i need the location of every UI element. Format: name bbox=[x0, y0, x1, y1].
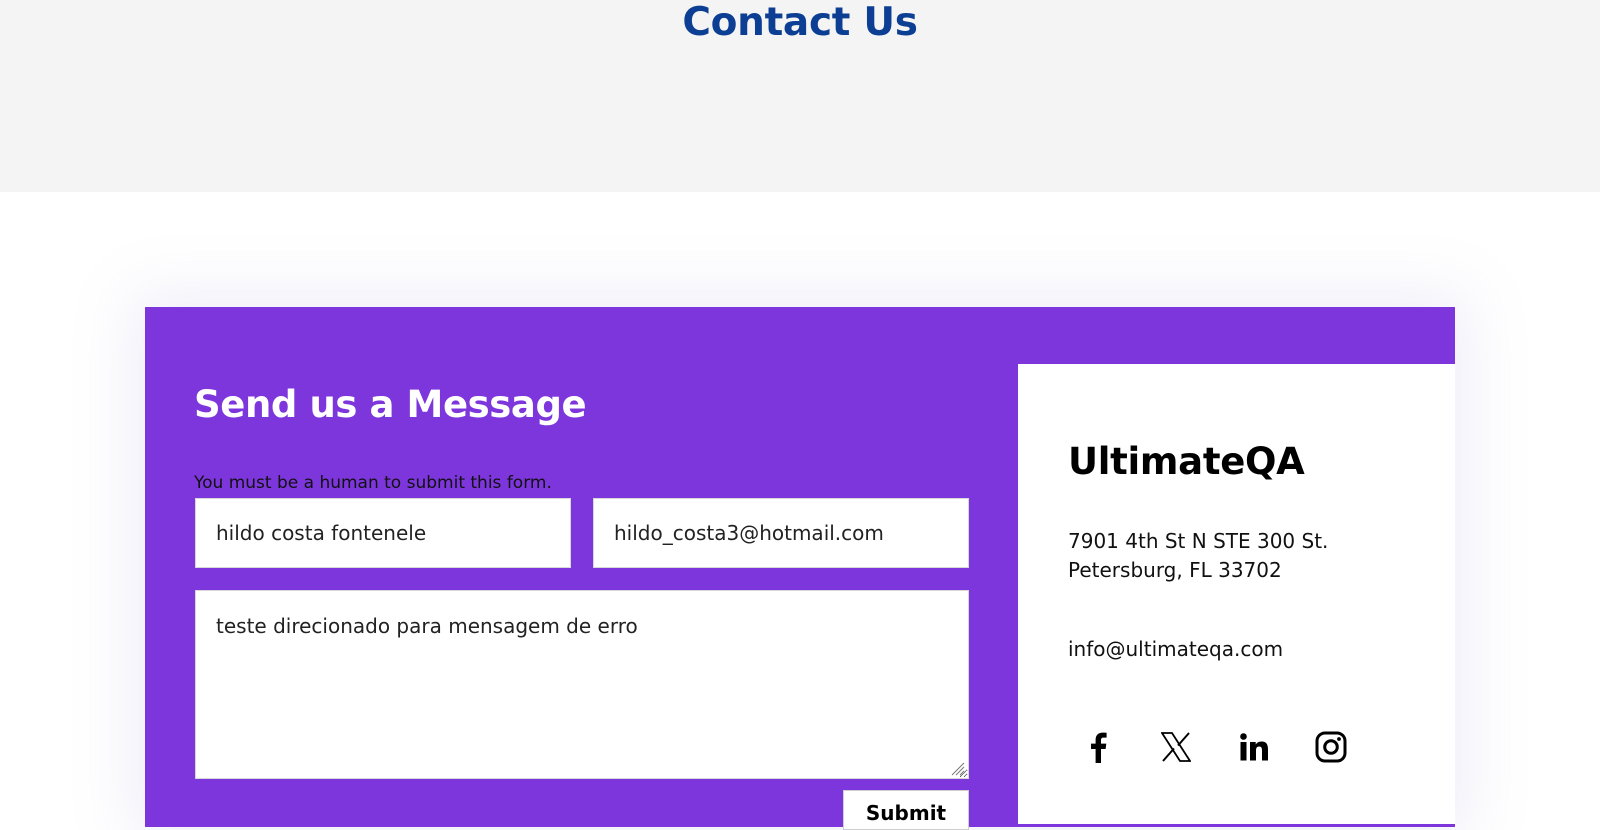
email-field[interactable] bbox=[593, 498, 969, 568]
facebook-icon bbox=[1091, 732, 1107, 763]
human-verification-note: You must be a human to submit this form. bbox=[194, 473, 552, 493]
address-line-2: Petersburg, FL 33702 bbox=[1068, 558, 1282, 582]
contact-email-link[interactable]: info@ultimateqa.com bbox=[1068, 635, 1283, 664]
company-address: 7901 4th St N STE 300 St. Petersburg, FL… bbox=[1068, 527, 1328, 585]
form-title: Send us a Message bbox=[194, 383, 587, 426]
instagram-icon bbox=[1315, 731, 1347, 763]
x-twitter-link[interactable] bbox=[1151, 722, 1201, 772]
submit-button[interactable]: Submit bbox=[843, 790, 969, 830]
facebook-link[interactable] bbox=[1073, 722, 1123, 772]
linkedin-link[interactable] bbox=[1229, 722, 1279, 772]
linkedin-icon bbox=[1240, 733, 1268, 761]
instagram-link[interactable] bbox=[1306, 722, 1356, 772]
company-name: UltimateQA bbox=[1068, 440, 1305, 483]
address-line-1: 7901 4th St N STE 300 St. bbox=[1068, 529, 1329, 553]
page-title: Contact Us bbox=[682, 0, 918, 45]
x-twitter-icon bbox=[1161, 732, 1191, 762]
name-field[interactable] bbox=[195, 498, 571, 568]
message-field[interactable]: teste direcionado para mensagem de erro bbox=[195, 590, 969, 779]
